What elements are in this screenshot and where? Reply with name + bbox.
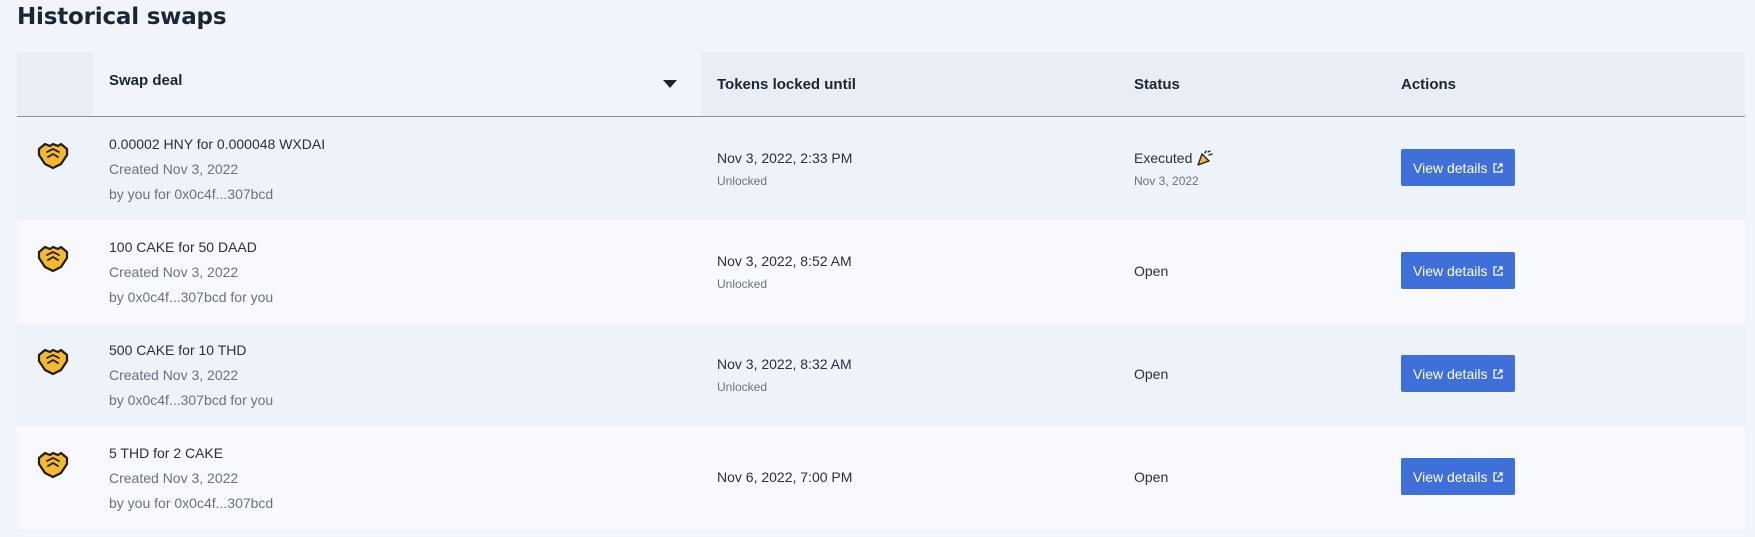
view-details-label: View details — [1413, 365, 1488, 382]
row-actions-cell: View details — [1385, 426, 1745, 529]
table-row: 100 CAKE for 50 DAAD Created Nov 3, 2022… — [17, 220, 1745, 323]
sort-down-icon[interactable] — [663, 80, 677, 88]
header-actions: Actions — [1401, 75, 1457, 93]
header-swap-deal[interactable]: Swap deal — [93, 52, 701, 116]
status-badge: Open — [1134, 366, 1385, 382]
status-label: Open — [1134, 263, 1169, 279]
deal-title: 5 THD for 2 CAKE — [109, 445, 224, 461]
swaps-table: Swap deal Tokens locked until Status Act… — [17, 52, 1745, 529]
status-label: Open — [1134, 469, 1169, 485]
page-title: Historical swaps — [17, 4, 227, 30]
status-badge: Executed — [1134, 150, 1385, 166]
deal-title: 0.00002 HNY for 0.000048 WXDAI — [109, 136, 326, 152]
lock-state: Unlocked — [717, 277, 768, 291]
header-tokens-locked-until: Tokens locked until — [717, 75, 856, 93]
row-icon-cell — [17, 220, 93, 323]
external-link-icon — [1493, 368, 1504, 379]
status-label: Executed — [1134, 150, 1193, 166]
deal-created: Created Nov 3, 2022 — [109, 264, 239, 280]
deal-parties: by 0x0c4f...307bcd for you — [109, 392, 274, 408]
header-icon-column — [17, 52, 93, 116]
row-icon-cell — [17, 117, 93, 220]
row-deal-cell: 500 CAKE for 10 THD Created Nov 3, 2022 … — [93, 323, 701, 426]
row-status-cell: Open — [1118, 220, 1385, 323]
deal-parties: by 0x0c4f...307bcd for you — [109, 289, 274, 305]
external-link-icon — [1493, 162, 1504, 173]
handshake-icon — [37, 142, 69, 170]
handshake-icon — [37, 245, 69, 273]
table-row: 5 THD for 2 CAKE Created Nov 3, 2022 by … — [17, 426, 1745, 529]
status-date: Nov 3, 2022 — [1134, 174, 1199, 188]
row-deal-cell: 5 THD for 2 CAKE Created Nov 3, 2022 by … — [93, 426, 701, 529]
row-status-cell: Open — [1118, 323, 1385, 426]
table-row: 0.00002 HNY for 0.000048 WXDAI Created N… — [17, 117, 1745, 220]
row-icon-cell — [17, 323, 93, 426]
row-deal-cell: 0.00002 HNY for 0.000048 WXDAI Created N… — [93, 117, 701, 220]
header-swap-deal-label: Swap deal — [109, 72, 183, 89]
header-status: Status — [1134, 75, 1180, 93]
view-details-button[interactable]: View details — [1401, 149, 1516, 186]
deal-parties: by you for 0x0c4f...307bcd — [109, 495, 274, 511]
party-popper-icon — [1197, 150, 1214, 166]
table-header: Swap deal Tokens locked until Status Act… — [17, 52, 1745, 117]
row-deal-cell: 100 CAKE for 50 DAAD Created Nov 3, 2022… — [93, 220, 701, 323]
row-actions-cell: View details — [1385, 220, 1745, 323]
deal-title: 100 CAKE for 50 DAAD — [109, 239, 257, 255]
lock-state: Unlocked — [717, 380, 768, 394]
lock-state: Unlocked — [717, 174, 768, 188]
row-icon-cell — [17, 426, 93, 529]
row-locked-cell: Nov 6, 2022, 7:00 PM — [701, 426, 1118, 529]
row-status-cell: Open — [1118, 426, 1385, 529]
table-row: 500 CAKE for 10 THD Created Nov 3, 2022 … — [17, 323, 1745, 426]
view-details-label: View details — [1413, 262, 1488, 279]
row-locked-cell: Nov 3, 2022, 8:32 AM Unlocked — [701, 323, 1118, 426]
locked-until-date: Nov 3, 2022, 8:52 AM — [717, 253, 852, 269]
deal-created: Created Nov 3, 2022 — [109, 470, 239, 486]
deal-parties: by you for 0x0c4f...307bcd — [109, 186, 274, 202]
row-actions-cell: View details — [1385, 117, 1745, 220]
status-badge: Open — [1134, 263, 1385, 279]
status-label: Open — [1134, 366, 1169, 382]
locked-until-date: Nov 3, 2022, 8:32 AM — [717, 356, 852, 372]
handshake-icon — [37, 451, 69, 479]
status-badge: Open — [1134, 469, 1385, 485]
locked-until-date: Nov 3, 2022, 2:33 PM — [717, 150, 853, 166]
view-details-label: View details — [1413, 159, 1488, 176]
deal-title: 500 CAKE for 10 THD — [109, 342, 247, 358]
row-status-cell: Executed Nov 3, 2022 — [1118, 117, 1385, 220]
view-details-button[interactable]: View details — [1401, 458, 1516, 495]
view-details-button[interactable]: View details — [1401, 355, 1516, 392]
view-details-button[interactable]: View details — [1401, 252, 1516, 289]
row-locked-cell: Nov 3, 2022, 2:33 PM Unlocked — [701, 117, 1118, 220]
external-link-icon — [1493, 471, 1504, 482]
row-locked-cell: Nov 3, 2022, 8:52 AM Unlocked — [701, 220, 1118, 323]
handshake-icon — [37, 348, 69, 376]
locked-until-date: Nov 6, 2022, 7:00 PM — [717, 469, 853, 485]
deal-created: Created Nov 3, 2022 — [109, 161, 239, 177]
deal-created: Created Nov 3, 2022 — [109, 367, 239, 383]
historical-swaps-page: Historical swaps Swap deal Tokens locked… — [0, 0, 1755, 537]
external-link-icon — [1493, 265, 1504, 276]
row-actions-cell: View details — [1385, 323, 1745, 426]
view-details-label: View details — [1413, 468, 1488, 485]
